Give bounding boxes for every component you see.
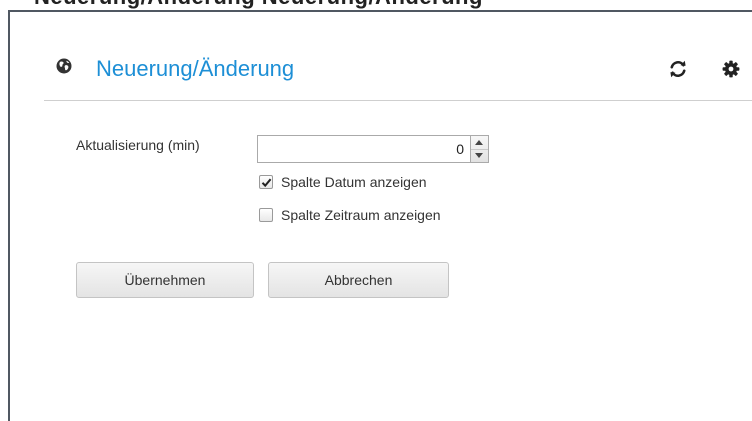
refresh-interval-input[interactable] [257, 135, 470, 163]
gear-icon[interactable] [722, 60, 740, 78]
spinner-increment-button[interactable] [471, 136, 488, 150]
show-period-label[interactable]: Spalte Zeitraum anzeigen [281, 207, 441, 224]
checkmark-icon [261, 178, 272, 188]
chevron-down-icon [475, 153, 483, 158]
refresh-interval-spinner [257, 135, 489, 163]
show-date-label[interactable]: Spalte Datum anzeigen [281, 174, 427, 191]
spinner-buttons [470, 135, 489, 163]
refresh-icon[interactable] [668, 59, 688, 79]
cancel-button[interactable]: Abbrechen [268, 262, 449, 298]
show-date-checkbox[interactable] [259, 175, 273, 189]
widget-title: Neuerung/Änderung [96, 56, 295, 81]
widget-settings-panel: Neuerung/Änderung Neuerung/Änderung Neue… [0, 0, 752, 421]
refresh-interval-label: Aktualisierung (min) [76, 137, 200, 153]
chevron-up-icon [475, 140, 483, 145]
apply-button[interactable]: Übernehmen [76, 262, 254, 298]
spinner-decrement-button[interactable] [471, 149, 488, 162]
show-period-checkbox[interactable] [259, 208, 273, 222]
globe-icon [56, 58, 72, 74]
panel-top-border [8, 10, 752, 12]
widget-header: Neuerung/Änderung [44, 52, 752, 101]
panel-left-border [8, 10, 10, 421]
clipped-heading-text: Neuerung/Änderung Neuerung/Änderung [34, 0, 483, 10]
